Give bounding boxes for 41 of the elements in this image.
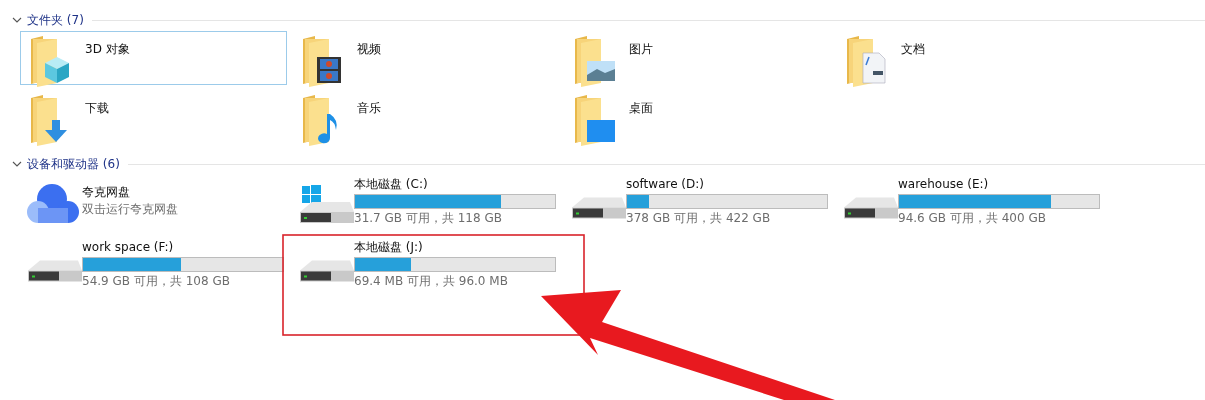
drive-info: 94.6 GB 可用，共 400 GB [898,209,1047,227]
drive-name: warehouse (E:) [898,175,990,192]
folder-name: 桌面 [629,100,653,117]
drive-info: 378 GB 可用，共 422 GB [626,209,772,227]
folder-name: 音乐 [357,100,381,117]
folder-item[interactable]: 视频 [292,31,559,85]
drive-name: 本地磁盘 (C:) [354,175,429,192]
hard-drive-icon [572,197,626,219]
drive-item[interactable]: 本地磁盘 (C:) 31.7 GB 可用，共 118 GB [292,175,564,233]
drive-info: 31.7 GB 可用，共 118 GB [354,209,503,227]
hard-drive-icon [844,197,898,219]
section-header[interactable]: 设备和驱动器 (6) [27,155,120,173]
drive-name: software (D:) [626,175,705,192]
folder-name: 图片 [629,41,653,58]
folder-item[interactable]: 音乐 [292,90,559,144]
chevron-icon[interactable] [11,15,23,25]
folder-item[interactable]: 3D 对象 [20,31,287,85]
folder-name: 视频 [357,41,381,58]
folder-item[interactable]: 图片 [564,31,831,85]
folder-item[interactable]: 文档 [836,31,1103,85]
folder-name: 文档 [901,41,925,58]
drive-name: work space (F:) [82,238,175,255]
drive-info: 54.9 GB 可用，共 108 GB [82,272,231,290]
hard-drive-icon [300,260,354,282]
hard-drive-icon [28,260,82,282]
drive-info: 69.4 MB 可用，共 96.0 MB [354,272,509,290]
drive-item[interactable]: 本地磁盘 (J:) 69.4 MB 可用，共 96.0 MB [292,238,564,296]
chevron-icon[interactable] [11,159,23,169]
drive-info: 双击运行夸克网盘 [82,201,178,218]
cloud-icon [24,182,82,226]
folder-item[interactable]: 桌面 [564,90,831,144]
folder-name: 下载 [85,100,109,117]
drive-item[interactable]: work space (F:) 54.9 GB 可用，共 108 GB [20,238,292,296]
drive-name: 夸克网盘 [82,184,131,200]
folder-name: 3D 对象 [85,41,130,58]
drive-item[interactable]: warehouse (E:) 94.6 GB 可用，共 400 GB [836,175,1108,233]
drive-item[interactable]: 夸克网盘 双击运行夸克网盘 [20,175,292,233]
drive-name: 本地磁盘 (J:) [354,238,424,255]
section-header[interactable]: 文件夹 (7) [27,11,84,29]
folder-item[interactable]: 下载 [20,90,287,144]
drive-item[interactable]: software (D:) 378 GB 可用，共 422 GB [564,175,836,233]
